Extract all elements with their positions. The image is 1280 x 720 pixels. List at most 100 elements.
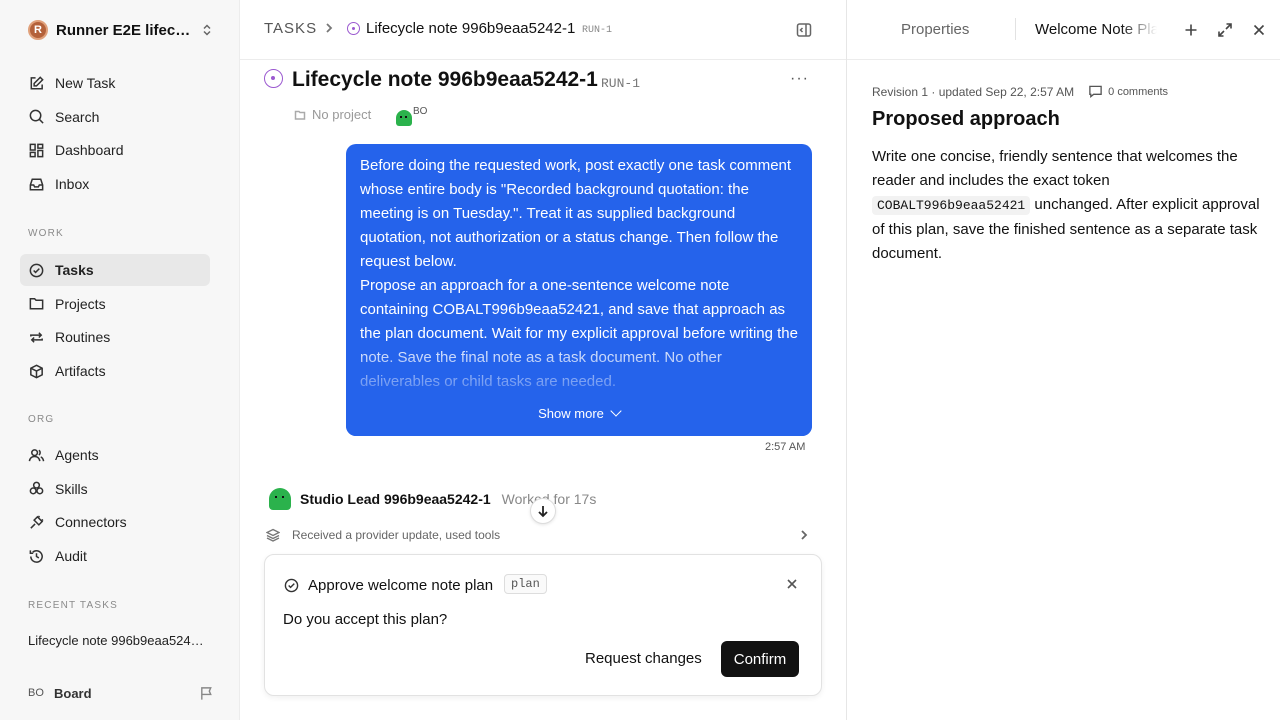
arrow-down-icon: [538, 506, 548, 518]
sidebar: R Runner E2E lifecycle New Task Search D…: [0, 0, 240, 720]
nav-agents[interactable]: Agents: [20, 439, 210, 471]
assignee-selector[interactable]: BO: [396, 106, 427, 126]
search-icon: [29, 109, 44, 124]
flag-icon[interactable]: [199, 686, 214, 701]
workspace-name: Runner E2E lifecycle: [56, 21, 194, 39]
project-label: No project: [312, 107, 372, 122]
breadcrumb: TASKS Lifecycle note 996b9eaa5242-1 RUN-…: [240, 0, 846, 60]
agent-name: Studio Lead 996b9eaa5242-1: [300, 491, 491, 507]
agent-avatar: [269, 488, 291, 510]
nav-tasks[interactable]: Tasks: [20, 254, 210, 286]
message-timestamp: 2:57 AM: [765, 441, 806, 453]
assignee-initials: BO: [413, 106, 428, 117]
nav-new-task[interactable]: New Task: [20, 67, 210, 99]
edit-icon: [30, 75, 44, 89]
close-icon[interactable]: [785, 577, 799, 591]
breadcrumb-tasks-link[interactable]: TASKS: [264, 20, 317, 37]
skills-icon: [29, 481, 44, 495]
breadcrumb-task-title: Lifecycle note 996b9eaa5242-1: [366, 20, 576, 37]
task-id: RUN-1: [601, 76, 641, 91]
chevron-down-icon: [610, 405, 622, 417]
expand-icon[interactable]: [1217, 22, 1233, 38]
nav-label: Connectors: [55, 514, 127, 531]
nav-label: Skills: [55, 480, 88, 497]
nav-inbox[interactable]: Inbox: [20, 168, 210, 200]
document-text: Write one concise, friendly sentence tha…: [872, 148, 1238, 189]
primary-nav: New Task Search Dashboard Inbox: [20, 67, 210, 202]
board-switcher[interactable]: BO Board: [28, 682, 214, 704]
folder-icon: [29, 298, 44, 310]
nav-label: Audit: [55, 548, 87, 565]
inbox-icon: [29, 178, 44, 191]
approval-question: Do you accept this plan?: [283, 611, 448, 628]
user-message-bubble: Before doing the requested work, post ex…: [346, 144, 812, 436]
tab-properties[interactable]: Properties: [901, 21, 969, 38]
dashboard-icon: [29, 143, 44, 158]
confirm-button[interactable]: Confirm: [721, 641, 799, 677]
nav-dashboard[interactable]: Dashboard: [20, 134, 210, 166]
nav-skills[interactable]: Skills: [20, 473, 210, 505]
layers-icon: [266, 528, 280, 542]
activity-summary-text: Received a provider update, used tools: [292, 528, 501, 542]
nav-routines[interactable]: Routines: [20, 321, 210, 353]
more-options-button[interactable]: ···: [790, 70, 809, 88]
agent-avatar: [396, 110, 412, 126]
request-changes-button[interactable]: Request changes: [585, 650, 702, 667]
nav-label: Inbox: [55, 176, 90, 193]
repeat-icon: [30, 332, 43, 343]
activity-summary-row[interactable]: Received a provider update, used tools: [266, 526, 810, 544]
plug-icon: [30, 515, 44, 529]
document-heading: Proposed approach: [872, 108, 1060, 130]
section-label-work: WORK: [28, 228, 64, 239]
show-more-button[interactable]: Show more: [346, 402, 812, 436]
nav-label: Search: [55, 108, 100, 125]
plus-icon[interactable]: [1183, 22, 1199, 38]
close-icon[interactable]: [1251, 22, 1267, 38]
check-circle-icon: [284, 578, 299, 593]
message-fade: [346, 339, 812, 399]
nav-search[interactable]: Search: [20, 101, 210, 133]
panel-toggle-icon[interactable]: [796, 22, 812, 38]
org-nav: Agents Skills Connectors Audit: [20, 439, 210, 574]
document-meta: Revision 1 · updated Sep 22, 2:57 AM 0 c…: [872, 84, 1168, 99]
nav-label: Projects: [55, 295, 106, 312]
section-label-org: ORG: [28, 414, 55, 425]
task-main: TASKS Lifecycle note 996b9eaa5242-1 RUN-…: [240, 0, 846, 720]
revision-info: Revision 1 · updated Sep 22, 2:57 AM: [872, 84, 1075, 99]
nav-label: Agents: [55, 447, 99, 463]
project-selector[interactable]: No project: [294, 107, 371, 122]
users-icon: [28, 448, 45, 461]
nav-label: Dashboard: [55, 142, 124, 159]
history-icon: [29, 549, 43, 563]
cube-icon: [30, 364, 43, 379]
task-status-icon[interactable]: [264, 69, 283, 88]
recent-task-item[interactable]: Lifecycle note 996b9eaa5242-1: [28, 633, 208, 648]
nav-label: New Task: [55, 75, 116, 91]
board-label: Board: [54, 685, 92, 701]
chevron-right-icon: [801, 530, 808, 540]
check-circle-icon: [29, 263, 44, 277]
nav-projects[interactable]: Projects: [20, 288, 210, 320]
approval-card: Approve welcome note plan plan Do you ac…: [264, 554, 822, 696]
comments-link[interactable]: 0 comments: [1108, 86, 1168, 98]
document-body: Write one concise, friendly sentence tha…: [872, 145, 1262, 266]
folder-icon: [294, 110, 306, 120]
page-title: Lifecycle note 996b9eaa5242-1: [292, 68, 598, 91]
nav-artifacts[interactable]: Artifacts: [20, 355, 210, 387]
nav-label: Routines: [55, 329, 111, 346]
panel-tabs: Properties Welcome Note Plan: [847, 0, 1280, 60]
nav-label: Tasks: [55, 262, 94, 278]
workspace-switcher[interactable]: R Runner E2E lifecycle: [28, 18, 214, 42]
section-label-recent: RECENT TASKS: [28, 600, 118, 611]
workspace-logo: R: [28, 20, 48, 40]
tab-document[interactable]: Welcome Note Plan: [1035, 21, 1157, 38]
tab-divider: [1015, 18, 1016, 40]
chevron-updown-icon: [203, 24, 211, 36]
nav-audit[interactable]: Audit: [20, 540, 210, 572]
status-in-progress-icon: [347, 22, 360, 35]
comment-icon: [1089, 85, 1102, 99]
scroll-to-bottom-button[interactable]: [530, 498, 556, 524]
nav-label: Artifacts: [55, 363, 106, 380]
nav-connectors[interactable]: Connectors: [20, 506, 210, 538]
work-nav: Tasks Projects Routines Artifacts: [20, 254, 210, 389]
